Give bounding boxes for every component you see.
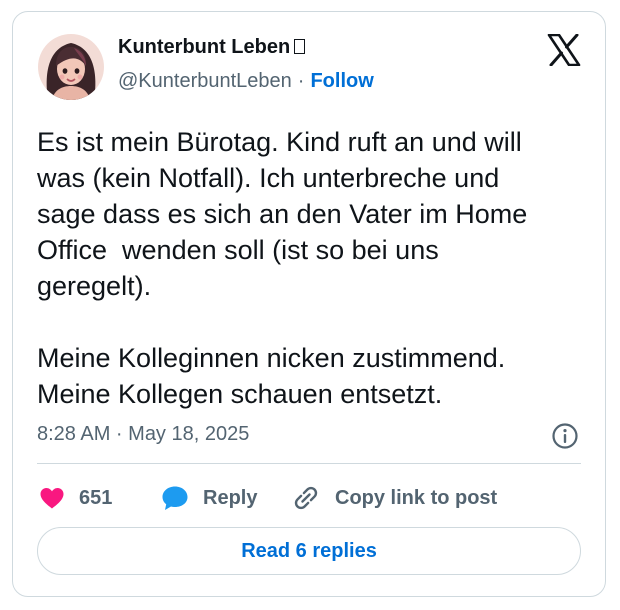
author-handle[interactable]: @KunterbuntLeben xyxy=(118,70,292,92)
reply-label: Reply xyxy=(203,486,258,509)
like-button[interactable]: 651 xyxy=(39,483,112,513)
like-count: 651 xyxy=(79,486,113,509)
link-icon xyxy=(294,486,318,510)
divider xyxy=(37,463,581,464)
timestamp-link[interactable]: 8:28 AM · May 18, 2025 xyxy=(37,423,249,446)
copy-link-button[interactable]: Copy link to post xyxy=(291,483,497,513)
reply-button[interactable]: Reply xyxy=(161,483,257,513)
missing-glyph-icon xyxy=(294,39,306,54)
x-logo-icon[interactable] xyxy=(547,33,581,67)
copy-link-label: Copy link to post xyxy=(335,486,498,509)
display-name[interactable]: Kunterbunt Leben xyxy=(118,36,290,58)
read-replies-label: Read 6 replies xyxy=(241,539,377,562)
separator-dot: · xyxy=(297,70,305,92)
tweet-text: Es ist mein Bürotag. Kind ruft an und wi… xyxy=(37,127,528,409)
follow-link[interactable]: Follow xyxy=(310,70,373,92)
heart-icon xyxy=(40,488,64,509)
handle-row: @KunterbuntLeben · Follow xyxy=(118,70,374,93)
author-name-row[interactable]: Kunterbunt Leben xyxy=(118,36,306,59)
read-replies-button[interactable]: Read 6 replies xyxy=(37,527,581,575)
tweet-card: Kunterbunt Leben @KunterbuntLeben · Follow… xyxy=(12,11,606,597)
info-icon[interactable] xyxy=(551,422,579,450)
avatar[interactable] xyxy=(38,34,104,100)
speech-bubble-icon xyxy=(162,486,188,510)
